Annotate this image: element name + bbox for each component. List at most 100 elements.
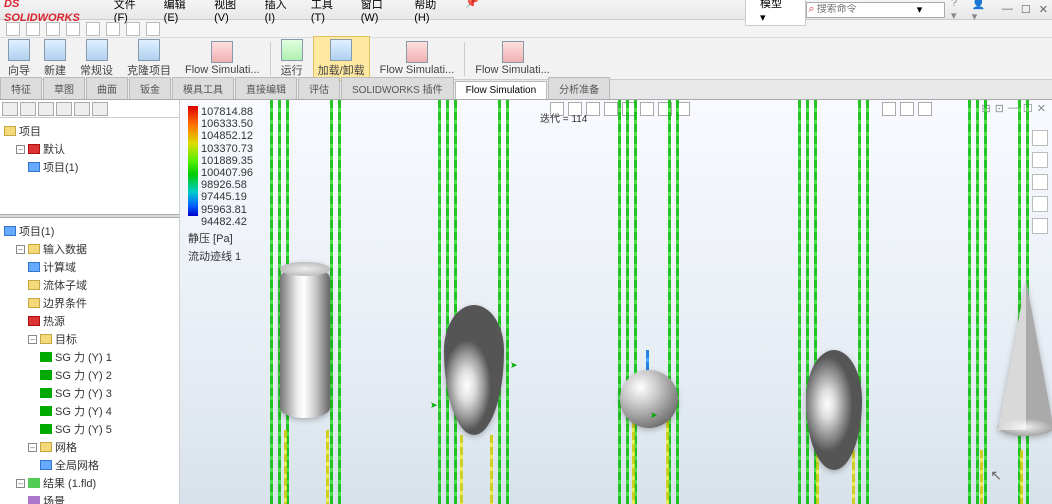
ribbon-load[interactable]: 加载/卸载 bbox=[313, 36, 370, 81]
tree-goals[interactable]: –目标 bbox=[2, 330, 177, 348]
tree-boundary[interactable]: 边界条件 bbox=[2, 294, 177, 312]
flow-arrow-icon: ➤ bbox=[430, 400, 438, 411]
vp-side-4[interactable] bbox=[1032, 196, 1048, 212]
minimize-button[interactable]: — bbox=[1002, 3, 1013, 16]
tree-goal-4[interactable]: SG 力 (Y) 4 bbox=[2, 402, 177, 420]
tree-goal-1[interactable]: SG 力 (Y) 1 bbox=[2, 348, 177, 366]
help-icon[interactable]: ? ▾ bbox=[951, 0, 966, 22]
search-box[interactable]: ⌕ ▾ bbox=[806, 2, 946, 18]
collapse-icon[interactable]: – bbox=[28, 335, 37, 344]
vp-side-3[interactable] bbox=[1032, 174, 1048, 190]
side-tab-6[interactable] bbox=[92, 102, 108, 116]
vp-fit-icon[interactable] bbox=[604, 102, 618, 116]
menu-edit[interactable]: 编辑(E) bbox=[158, 0, 206, 26]
tree-project1[interactable]: 项目(1) bbox=[2, 158, 177, 176]
tab-directedit[interactable]: 直接编辑 bbox=[235, 77, 297, 99]
tree-fluid-sub[interactable]: 流体子域 bbox=[2, 276, 177, 294]
tree-goal-2[interactable]: SG 力 (Y) 2 bbox=[2, 366, 177, 384]
viewport[interactable]: ⊟⊡—☐✕ 迭代 = 114 107814.88106333.50104852.… bbox=[180, 100, 1052, 504]
qat-undo-icon[interactable] bbox=[86, 22, 100, 36]
ribbon-flowsim-1[interactable]: Flow Simulati... bbox=[181, 39, 264, 78]
folder-icon bbox=[40, 334, 52, 344]
tree-input-data[interactable]: –输入数据 bbox=[2, 240, 177, 258]
ribbon-new[interactable]: 新建 bbox=[40, 37, 70, 80]
tab-evaluate[interactable]: 评估 bbox=[298, 77, 340, 99]
tab-features[interactable]: 特征 bbox=[0, 77, 42, 99]
ribbon-flowsim-3[interactable]: Flow Simulati... bbox=[471, 39, 554, 78]
vp-side-5[interactable] bbox=[1032, 218, 1048, 234]
streamline bbox=[666, 420, 669, 504]
tree-results[interactable]: –结果 (1.fld) bbox=[2, 474, 177, 492]
tree-heat[interactable]: 热源 bbox=[2, 312, 177, 330]
qat-redo-icon[interactable] bbox=[106, 22, 120, 36]
collapse-icon[interactable]: – bbox=[16, 245, 25, 254]
flow-arrow-icon: ➤ bbox=[510, 360, 518, 371]
qat-save-icon[interactable] bbox=[46, 22, 60, 36]
legend-sub: 流动迹线 1 bbox=[188, 246, 253, 264]
legend-values: 107814.88106333.50104852.12103370.731018… bbox=[201, 106, 253, 228]
side-tab-1[interactable] bbox=[2, 102, 18, 116]
tab-surface[interactable]: 曲面 bbox=[86, 77, 128, 99]
streamline bbox=[676, 100, 679, 504]
qat-print-icon[interactable] bbox=[66, 22, 80, 36]
vp-misc-icon[interactable] bbox=[918, 102, 932, 116]
tree-goal-5[interactable]: SG 力 (Y) 5 bbox=[2, 420, 177, 438]
search-dropdown-icon[interactable]: ▾ bbox=[917, 3, 923, 16]
tree-comp-domain[interactable]: 计算域 bbox=[2, 258, 177, 276]
user-icon[interactable]: 👤 ▾ bbox=[972, 0, 994, 23]
streamline bbox=[326, 430, 329, 504]
menu-help[interactable]: 帮助(H) bbox=[408, 0, 457, 26]
vp-side-2[interactable] bbox=[1032, 152, 1048, 168]
side-tab-2[interactable] bbox=[20, 102, 36, 116]
close-button[interactable]: ✕ bbox=[1039, 3, 1048, 16]
search-icon: ⌕ bbox=[809, 3, 815, 16]
menu-tools[interactable]: 工具(T) bbox=[305, 0, 353, 26]
ribbon-wizard[interactable]: 向导 bbox=[4, 37, 34, 80]
qat-open-icon[interactable] bbox=[26, 22, 40, 36]
ribbon-flowsim-2[interactable]: Flow Simulati... bbox=[376, 39, 459, 78]
collapse-icon[interactable]: – bbox=[28, 443, 37, 452]
lower-tree: 项目(1) –输入数据 计算域 流体子域 边界条件 热源 –目标 SG 力 (Y… bbox=[0, 218, 179, 504]
vp-max[interactable]: ⊡ bbox=[995, 102, 1004, 115]
tree-goal-3[interactable]: SG 力 (Y) 3 bbox=[2, 384, 177, 402]
streamline bbox=[618, 100, 621, 504]
ribbon-clone[interactable]: 克隆项目 bbox=[123, 37, 175, 80]
tree-global-mesh[interactable]: 全局网格 bbox=[2, 456, 177, 474]
model-dropdown[interactable]: 模型 ▾ bbox=[745, 0, 805, 26]
qat-new-icon[interactable] bbox=[6, 22, 20, 36]
tree-proj-root[interactable]: 项目(1) bbox=[2, 222, 177, 240]
vp-scene-icon[interactable] bbox=[882, 102, 896, 116]
ribbon-sep bbox=[270, 42, 271, 76]
tab-mold[interactable]: 模具工具 bbox=[172, 77, 234, 99]
tab-sheetmetal[interactable]: 钣金 bbox=[129, 77, 171, 99]
ribbon-run[interactable]: 运行 bbox=[277, 37, 307, 80]
menu-window[interactable]: 窗口(W) bbox=[355, 0, 407, 26]
collapse-icon[interactable]: – bbox=[16, 479, 25, 488]
qat-rebuild-icon[interactable] bbox=[126, 22, 140, 36]
side-tab-3[interactable] bbox=[38, 102, 54, 116]
tree-root-project[interactable]: 项目 bbox=[2, 122, 177, 140]
vp-rotate-icon[interactable] bbox=[586, 102, 600, 116]
collapse-icon[interactable]: – bbox=[16, 145, 25, 154]
search-input[interactable] bbox=[817, 4, 917, 15]
vp-side-1[interactable] bbox=[1032, 130, 1048, 146]
tree-mesh[interactable]: –网格 bbox=[2, 438, 177, 456]
tab-addins[interactable]: SOLIDWORKS 插件 bbox=[341, 77, 454, 99]
menu-view[interactable]: 视图(V) bbox=[208, 0, 256, 26]
side-tab-5[interactable] bbox=[74, 102, 90, 116]
flag-icon bbox=[40, 370, 52, 380]
menu-pin-icon[interactable]: 📌 bbox=[459, 0, 485, 26]
vp-probe-icon[interactable] bbox=[900, 102, 914, 116]
maximize-button[interactable]: ☐ bbox=[1021, 3, 1031, 16]
vp-display-icon[interactable] bbox=[640, 102, 654, 116]
tree-default[interactable]: –默认 bbox=[2, 140, 177, 158]
tab-flowsim[interactable]: Flow Simulation bbox=[455, 81, 548, 99]
tab-sketch[interactable]: 草图 bbox=[43, 77, 85, 99]
side-tab-4[interactable] bbox=[56, 102, 72, 116]
ribbon-general[interactable]: 常规设 bbox=[76, 37, 117, 80]
qat-options-icon[interactable] bbox=[146, 22, 160, 36]
vp-x[interactable]: ✕ bbox=[1037, 102, 1046, 115]
tab-analysis-prep[interactable]: 分析准备 bbox=[548, 77, 610, 99]
menu-insert[interactable]: 插入(I) bbox=[259, 0, 303, 26]
tree-scene[interactable]: 场景 bbox=[2, 492, 177, 504]
